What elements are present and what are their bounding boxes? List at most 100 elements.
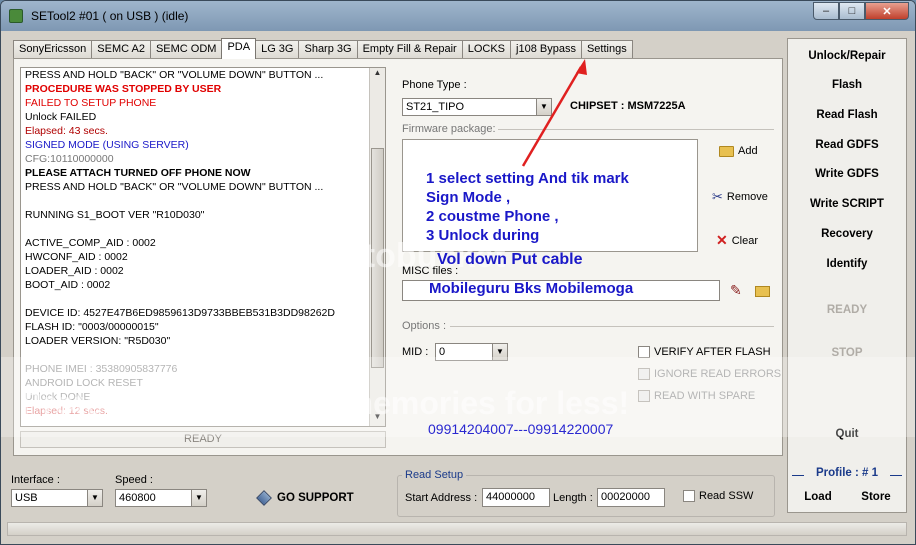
options-label: Options :: [402, 320, 447, 332]
status-bar: [7, 522, 907, 536]
annotation-line-2: Sign Mode ,: [426, 189, 511, 206]
title-bar: SETool2 #01 ( on USB ) (idle) – □ ✕: [1, 1, 915, 31]
start-address-input[interactable]: 44000000: [482, 488, 550, 507]
profile-label: Profile : # 1: [816, 467, 878, 479]
log-line: PRESS AND HOLD "BACK" OR "VOLUME DOWN" B…: [25, 69, 324, 81]
write-script-button[interactable]: Write SCRIPT: [788, 198, 906, 210]
action-panel: Unlock/Repair Flash Read Flash Read GDFS…: [787, 38, 907, 513]
log-line: FAILED TO SETUP PHONE: [25, 97, 157, 109]
log-line: SIGNED MODE (USING SERVER): [25, 139, 189, 151]
contact-phones: 09914204007---09914220007: [428, 421, 614, 437]
write-gdfs-button[interactable]: Write GDFS: [788, 168, 906, 180]
store-button[interactable]: Store: [846, 491, 906, 503]
chipset-label: CHIPSET : MSM7225A: [570, 100, 686, 112]
speed-value: 460800: [119, 492, 156, 504]
unlock-repair-button[interactable]: Unlock/Repair: [788, 50, 906, 62]
clear-icon: ✕: [716, 232, 728, 248]
phone-type-label: Phone Type :: [402, 79, 467, 91]
annotation-line-5: Vol down Put cable: [437, 251, 583, 268]
log-line: PLEASE ATTACH TURNED OFF PHONE NOW: [25, 167, 251, 179]
maximize-button[interactable]: □: [839, 2, 865, 20]
read-flash-button[interactable]: Read Flash: [788, 109, 906, 121]
read-gdfs-button[interactable]: Read GDFS: [788, 139, 906, 151]
scroll-up-icon[interactable]: ▲: [370, 68, 385, 82]
speed-select[interactable]: 460800 ▼: [115, 489, 207, 507]
support-icon: [256, 490, 272, 506]
clear-button[interactable]: ✕ Clear: [716, 232, 758, 249]
annotation-line-3: 2 coustme Phone ,: [426, 208, 559, 225]
read-ssw-label: Read SSW: [699, 490, 754, 502]
remove-label: Remove: [726, 191, 768, 203]
chevron-down-icon[interactable]: ▼: [191, 490, 206, 506]
edit-icon[interactable]: ✎: [730, 282, 742, 299]
log-line: RUNNING S1_BOOT VER "R10D030": [25, 209, 205, 221]
tab-sonyericsson[interactable]: SonyEricsson: [13, 40, 93, 59]
remove-button[interactable]: ✂ Remove: [712, 189, 768, 205]
flash-button[interactable]: Flash: [788, 79, 906, 91]
tab-lg-3g[interactable]: LG 3G: [255, 40, 300, 59]
tab-bar: SonyEricsson SEMC A2 SEMC ODM PDA LG 3G …: [13, 38, 633, 59]
tab-pda[interactable]: PDA: [221, 38, 257, 59]
start-address-value: 44000000: [486, 491, 535, 503]
firmware-divider: [498, 129, 774, 130]
log-line: LOADER VERSION: "R5D030": [25, 335, 171, 347]
window-title: SETool2 #01 ( on USB ) (idle): [31, 9, 189, 23]
log-line: DEVICE ID: 4527E47B6ED9859613D9733BBEB53…: [25, 307, 335, 319]
log-line: PRESS AND HOLD "BACK" OR "VOLUME DOWN" B…: [25, 181, 324, 193]
recovery-button[interactable]: Recovery: [788, 228, 906, 240]
add-label: Add: [738, 145, 758, 157]
checkbox-box[interactable]: [683, 490, 695, 502]
log-line: ACTIVE_COMP_AID : 0002: [25, 237, 156, 249]
length-value: 00020000: [601, 491, 650, 503]
phone-type-select[interactable]: ST21_TIPO ▼: [402, 98, 552, 116]
log-line: LOADER_AID : 0002: [25, 265, 124, 277]
length-input[interactable]: 00020000: [597, 488, 665, 507]
log-line: HWCONF_AID : 0002: [25, 251, 128, 263]
log-line: Elapsed: 43 secs.: [25, 125, 108, 137]
folder-open-icon[interactable]: [755, 286, 770, 297]
bottom-bar: Interface : USB ▼ Speed : 460800 ▼ GO SU…: [1, 459, 787, 521]
log-line: Unlock FAILED: [25, 111, 97, 123]
app-icon: [9, 9, 23, 23]
tab-semc-odm[interactable]: SEMC ODM: [149, 40, 223, 59]
close-button[interactable]: ✕: [865, 2, 909, 20]
log-line: FLASH ID: "0003/00000015": [25, 321, 159, 333]
phone-type-value: ST21_TIPO: [406, 101, 465, 113]
annotation-line-1: 1 select setting And tik mark: [426, 170, 629, 187]
add-button[interactable]: Add: [719, 145, 758, 157]
go-support-button[interactable]: GO SUPPORT: [256, 490, 354, 506]
folder-open-icon: [719, 145, 734, 157]
ready-indicator: READY: [826, 304, 868, 316]
start-address-label: Start Address :: [405, 492, 478, 504]
watermark-slogan: Protect more of your memories for less!: [21, 385, 630, 421]
misc-files-value: Mobileguru Bks Mobilemoga: [429, 280, 634, 297]
chevron-down-icon[interactable]: ▼: [536, 99, 551, 115]
interface-select[interactable]: USB ▼: [11, 489, 103, 507]
tab-empty-fill-repair[interactable]: Empty Fill & Repair: [356, 40, 463, 59]
log-line: PROCEDURE WAS STOPPED BY USER: [25, 83, 222, 95]
window-controls: – □ ✕: [813, 2, 909, 20]
log-line: CFG:10110000000: [25, 153, 114, 165]
options-divider: [450, 326, 774, 327]
speed-label: Speed :: [115, 474, 153, 486]
app-window: SETool2 #01 ( on USB ) (idle) – □ ✕ Sony…: [0, 0, 916, 545]
read-setup-label: Read Setup: [402, 469, 467, 481]
firmware-package-label: Firmware package:: [402, 123, 496, 135]
identify-button[interactable]: Identify: [788, 258, 906, 270]
interface-label: Interface :: [11, 474, 60, 486]
tab-semc-a2[interactable]: SEMC A2: [91, 40, 151, 59]
tab-locks[interactable]: LOCKS: [461, 40, 512, 59]
tab-sharp-3g[interactable]: Sharp 3G: [298, 40, 358, 59]
interface-value: USB: [15, 492, 38, 504]
log-line: BOOT_AID : 0002: [25, 279, 111, 291]
go-support-label: GO SUPPORT: [277, 492, 354, 504]
read-ssw-checkbox[interactable]: Read SSW: [683, 490, 753, 502]
tab-settings[interactable]: Settings: [580, 40, 633, 59]
minimize-button[interactable]: –: [813, 2, 839, 20]
load-button[interactable]: Load: [788, 491, 848, 503]
tab-j108-bypass[interactable]: j108 Bypass: [510, 40, 582, 59]
chevron-down-icon[interactable]: ▼: [87, 490, 102, 506]
